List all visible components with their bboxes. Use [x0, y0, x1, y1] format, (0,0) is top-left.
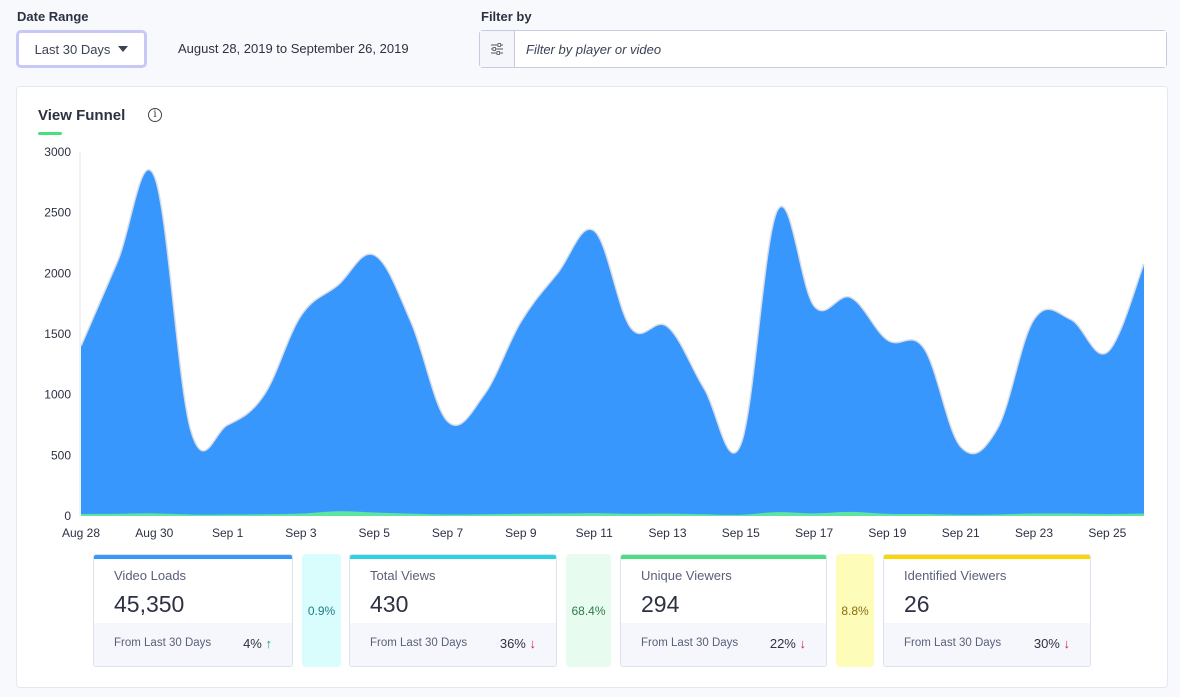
stat-name: Total Views — [370, 568, 436, 583]
series-area-0 — [81, 169, 1144, 516]
stat-value: 430 — [370, 591, 409, 617]
y-tick-label: 1500 — [44, 327, 71, 341]
x-tick-label: Sep 5 — [359, 526, 391, 540]
conversion-rate: 0.9% — [302, 554, 341, 667]
stat-color-bar — [350, 555, 556, 559]
stat-card-identified-viewers: Identified Viewers 26 From Last 30 Days … — [883, 554, 1091, 667]
stat-color-bar — [621, 555, 826, 559]
stat-change: 30% — [1033, 636, 1060, 651]
x-tick-label: Sep 15 — [722, 526, 760, 540]
y-tick-label: 500 — [51, 448, 71, 462]
date-range-dropdown[interactable]: Last 30 Days — [16, 30, 147, 68]
stat-change: 4% — [243, 636, 262, 651]
stat-name: Identified Viewers — [904, 568, 1007, 583]
x-tick-label: Sep 11 — [576, 526, 613, 540]
date-range-value: Last 30 Days — [34, 41, 111, 57]
arrow-down-icon: ↓ — [1063, 636, 1071, 651]
view-funnel-panel: View Funnel i 0 500 1000 1500 2000 2500 3000 Au… — [16, 86, 1168, 688]
stat-color-bar — [94, 555, 292, 559]
x-tick-label: Sep 25 — [1088, 526, 1126, 540]
stat-change: 36% — [499, 636, 526, 651]
x-tick-label: Sep 19 — [868, 526, 906, 540]
x-tick-label: Sep 21 — [942, 526, 980, 540]
x-tick-label: Aug 30 — [135, 526, 173, 540]
view-funnel-chart: 0 500 1000 1500 2000 2500 3000 Aug 28 Aug 30 Sep … — [44, 145, 1145, 540]
arrow-up-icon: ↑ — [265, 636, 273, 651]
stat-name: Video Loads — [114, 568, 187, 583]
stat-card-video-loads: Video Loads 45,350 From Last 30 Days 4% … — [93, 554, 293, 667]
stat-color-bar — [884, 555, 1090, 559]
conversion-rate: 68.4% — [566, 554, 611, 667]
date-range-label: Date Range — [17, 9, 89, 24]
stat-card-total-views: Total Views 430 From Last 30 Days 36% ↓ — [349, 554, 557, 667]
stat-name: Unique Viewers — [641, 568, 732, 583]
stat-period: From Last 30 Days — [641, 637, 739, 649]
conversion-rate: 8.8% — [836, 554, 874, 667]
stat-value: 294 — [641, 591, 680, 617]
x-tick-label: Sep 9 — [505, 526, 537, 540]
y-tick-label: 2500 — [44, 206, 71, 220]
y-tick-label: 0 — [64, 509, 71, 523]
x-tick-label: Sep 17 — [795, 526, 833, 540]
stat-period: From Last 30 Days — [370, 637, 468, 649]
stat-period: From Last 30 Days — [904, 637, 1002, 649]
filter-input[interactable] — [515, 31, 1166, 67]
stat-period: From Last 30 Days — [114, 637, 212, 649]
arrow-down-icon: ↓ — [799, 636, 807, 651]
stat-value: 45,350 — [114, 591, 185, 617]
y-tick-label: 3000 — [44, 145, 71, 159]
stat-card-unique-viewers: Unique Viewers 294 From Last 30 Days 22%… — [620, 554, 827, 667]
x-tick-label: Sep 7 — [432, 526, 464, 540]
x-tick-label: Sep 23 — [1015, 526, 1053, 540]
x-tick-label: Sep 1 — [212, 526, 244, 540]
filter-field — [479, 30, 1167, 68]
x-tick-label: Sep 3 — [285, 526, 317, 540]
y-tick-label: 2000 — [44, 266, 71, 280]
y-tick-label: 1000 — [44, 388, 71, 402]
filter-label: Filter by — [481, 9, 532, 24]
caret-down-icon — [118, 46, 129, 52]
date-range-text: August 28, 2019 to September 26, 2019 — [178, 41, 409, 56]
sliders-icon[interactable] — [480, 31, 515, 67]
stat-change: 22% — [769, 636, 796, 651]
x-tick-label: Aug 28 — [62, 526, 100, 540]
arrow-down-icon: ↓ — [529, 636, 537, 651]
x-tick-label: Sep 13 — [648, 526, 686, 540]
stat-value: 26 — [904, 591, 930, 617]
